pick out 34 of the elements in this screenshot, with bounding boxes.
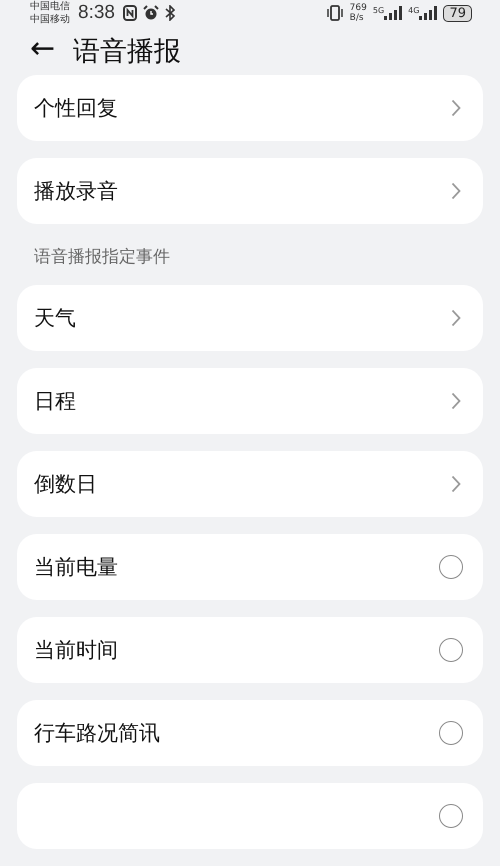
setting-label: 当前电量 [34, 554, 118, 581]
setting-label: 日程 [34, 388, 76, 415]
radio-button[interactable] [439, 638, 463, 662]
setting-label: 播放录音 [34, 178, 118, 205]
chevron-icon[interactable] [451, 309, 461, 327]
radio-button[interactable] [439, 804, 463, 828]
carrier-name: 中国电信 [30, 0, 70, 14]
bluetooth-icon [164, 5, 175, 22]
network-label: 4G [408, 6, 420, 16]
setting-label: 倒数日 [34, 471, 97, 498]
setting-label: 行车路况简讯 [34, 720, 160, 747]
setting-label: 天气 [34, 305, 76, 332]
radio-button[interactable] [439, 555, 463, 579]
carrier-name: 中国移动 [30, 13, 70, 26]
battery-level: 79 [449, 6, 466, 21]
chevron-icon[interactable] [451, 475, 461, 493]
chevron-icon[interactable] [451, 392, 461, 410]
signal-icon [384, 6, 402, 20]
page-title: 语音播报 [73, 34, 182, 69]
setting-label: 当前时间 [34, 637, 118, 664]
network-label: 5G [372, 6, 384, 16]
setting-label: 个性回复 [34, 95, 118, 122]
clock-time: 8:38 [78, 2, 115, 24]
speed-unit: B/s [350, 13, 365, 24]
radio-button[interactable] [439, 721, 463, 745]
nfc-icon [122, 5, 137, 22]
chevron-icon[interactable] [451, 99, 461, 117]
chevron-icon[interactable] [451, 182, 461, 200]
alarm-icon [142, 5, 159, 22]
signal-icon [419, 6, 438, 20]
speed-value: 769 [350, 3, 367, 14]
section-label: 语音播报指定事件 [33, 246, 171, 269]
back-button[interactable]: ← [30, 31, 62, 70]
vibrate-icon [326, 5, 344, 22]
